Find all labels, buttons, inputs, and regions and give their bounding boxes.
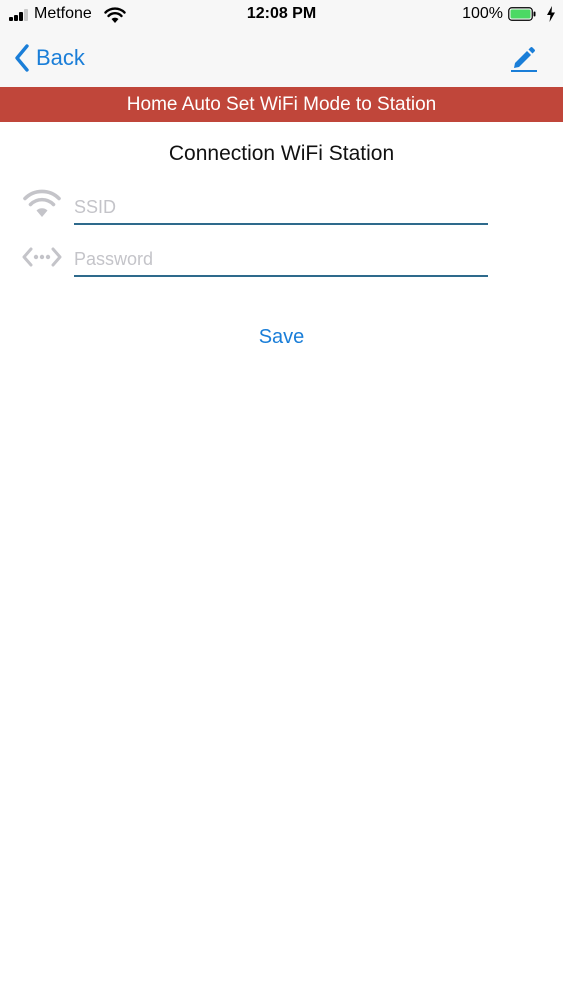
password-input[interactable] — [74, 243, 488, 277]
page-banner: Home Auto Set WiFi Mode to Station — [0, 87, 563, 122]
navigation-bar: Back — [0, 30, 563, 87]
battery-percentage: 100% — [462, 5, 503, 22]
battery-icon — [508, 7, 536, 21]
pencil-icon[interactable] — [508, 42, 540, 74]
chevron-left-icon — [15, 44, 29, 72]
ssid-input[interactable] — [74, 191, 488, 225]
charging-bolt-icon — [547, 6, 555, 22]
save-button[interactable]: Save — [0, 326, 563, 349]
status-bar: Metfone 12:08 PM 100% — [0, 0, 563, 30]
wifi-icon — [23, 189, 61, 217]
back-button[interactable]: Back — [14, 42, 85, 74]
code-dots-icon — [22, 247, 62, 267]
page-title: Connection WiFi Station — [168, 142, 395, 165]
back-label: Back — [36, 45, 85, 70]
